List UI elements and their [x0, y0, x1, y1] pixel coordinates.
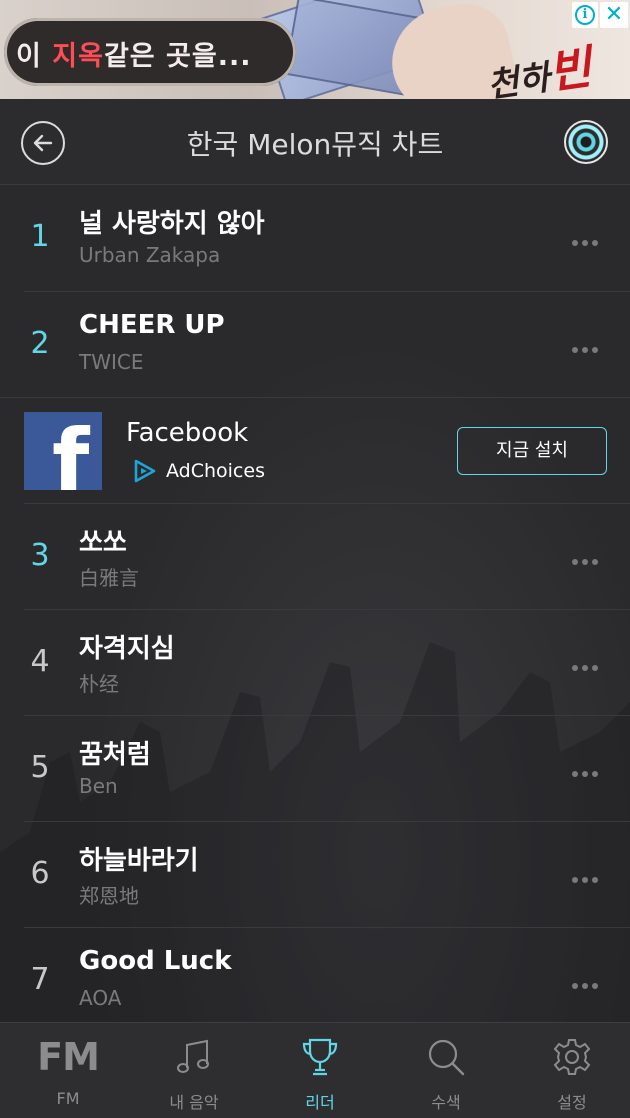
tab-search[interactable]: 수색 [383, 1023, 509, 1118]
song-title: 쏘쏘 [79, 528, 127, 558]
more-options-icon[interactable] [572, 868, 604, 883]
tab-label: 수색 [431, 1093, 461, 1112]
chart-rank: 4 [30, 644, 50, 679]
native-ad-row[interactable]: f Facebook AdChoices 지금 설치 [0, 397, 630, 503]
more-options-icon[interactable] [572, 762, 604, 777]
ad-headline: 이 지옥같은 곳을... [16, 34, 251, 73]
info-icon: i [575, 5, 595, 25]
ad-logo-big: 빈 [545, 39, 595, 99]
tab-my-music[interactable]: 내 음악 [131, 1023, 257, 1118]
tab-fm[interactable]: FM FM [5, 1023, 131, 1118]
song-artist: AOA [79, 986, 122, 1010]
ad-info-button[interactable]: i [572, 2, 598, 28]
chart-row[interactable]: 5 꿈처럼 Ben [24, 715, 630, 821]
install-button[interactable]: 지금 설치 [457, 427, 607, 475]
trophy-icon [257, 1035, 383, 1079]
tab-label: 내 음악 [169, 1093, 219, 1112]
search-icon [383, 1035, 509, 1079]
ad-logo-small: 천하 [484, 57, 553, 99]
chart-list: 1 널 사랑하지 않아 Urban Zakapa 2 CHEER UP TWIC… [0, 185, 630, 1022]
song-title: CHEER UP [79, 310, 225, 340]
song-title: Good Luck [79, 946, 232, 976]
tab-label: 설정 [557, 1093, 587, 1112]
chart-row[interactable]: 1 널 사랑하지 않아 Urban Zakapa [24, 185, 630, 291]
more-options-icon[interactable] [572, 338, 604, 353]
tab-leader[interactable]: 리더 [257, 1023, 383, 1118]
disc-icon[interactable] [564, 120, 608, 164]
song-artist: Urban Zakapa [79, 243, 221, 267]
ad-headline-prefix: 이 [16, 41, 53, 72]
page-title: 한국 Melon뮤직 차트 [186, 128, 444, 161]
chart-rank: 2 [30, 326, 50, 361]
more-options-icon[interactable] [572, 656, 604, 671]
song-artist: 白雅言 [79, 566, 139, 590]
ad-headline-highlight: 지옥 [52, 41, 104, 72]
chart-rank: 5 [30, 750, 50, 785]
chart-row[interactable]: 7 Good Luck AOA [24, 927, 630, 1022]
fm-icon: FM [37, 1035, 100, 1079]
song-artist: Ben [79, 774, 118, 798]
song-title: 널 사랑하지 않아 [79, 209, 265, 239]
chart-row[interactable]: 4 자격지심 朴经 [24, 609, 630, 715]
chart-row[interactable]: 2 CHEER UP TWICE [24, 291, 630, 397]
song-title: 하늘바라기 [79, 846, 199, 876]
facebook-logo-icon: f [24, 412, 102, 490]
song-artist: 朴经 [79, 672, 119, 696]
nav-header: 한국 Melon뮤직 차트 [0, 99, 630, 185]
song-artist: TWICE [79, 350, 144, 374]
ad-close-button[interactable]: ✕ [600, 2, 628, 28]
chart-rank: 3 [30, 538, 50, 573]
chart-rank: 1 [30, 219, 50, 254]
adchoices-label: AdChoices [166, 460, 265, 482]
tab-bar: FM FM 내 음악 리더 수색 설정 [0, 1022, 630, 1118]
adchoices-icon [134, 459, 156, 483]
more-options-icon[interactable] [572, 550, 604, 565]
song-title: 꿈처럼 [79, 740, 151, 770]
chart-row[interactable]: 6 하늘바라기 郑恩地 [24, 821, 630, 927]
chart-row[interactable]: 3 쏘쏘 白雅言 [24, 503, 630, 609]
song-title: 자격지심 [79, 634, 175, 664]
facebook-logo-letter: f [52, 412, 90, 490]
music-note-icon [131, 1035, 257, 1079]
more-options-icon[interactable] [572, 231, 604, 246]
song-artist: 郑恩地 [79, 884, 139, 908]
ad-headline-suffix: 같은 곳을... [103, 41, 252, 72]
more-options-icon[interactable] [572, 974, 604, 989]
ad-app-name: Facebook [126, 418, 249, 448]
chart-rank: 6 [30, 856, 50, 891]
gear-icon [509, 1035, 630, 1079]
tab-label: FM [56, 1089, 80, 1108]
tab-settings[interactable]: 설정 [509, 1023, 630, 1118]
ad-banner[interactable]: 이 지옥같은 곳을... 천하빈 i ✕ [0, 0, 630, 99]
chart-rank: 7 [30, 962, 50, 997]
tab-label: 리더 [305, 1093, 335, 1112]
